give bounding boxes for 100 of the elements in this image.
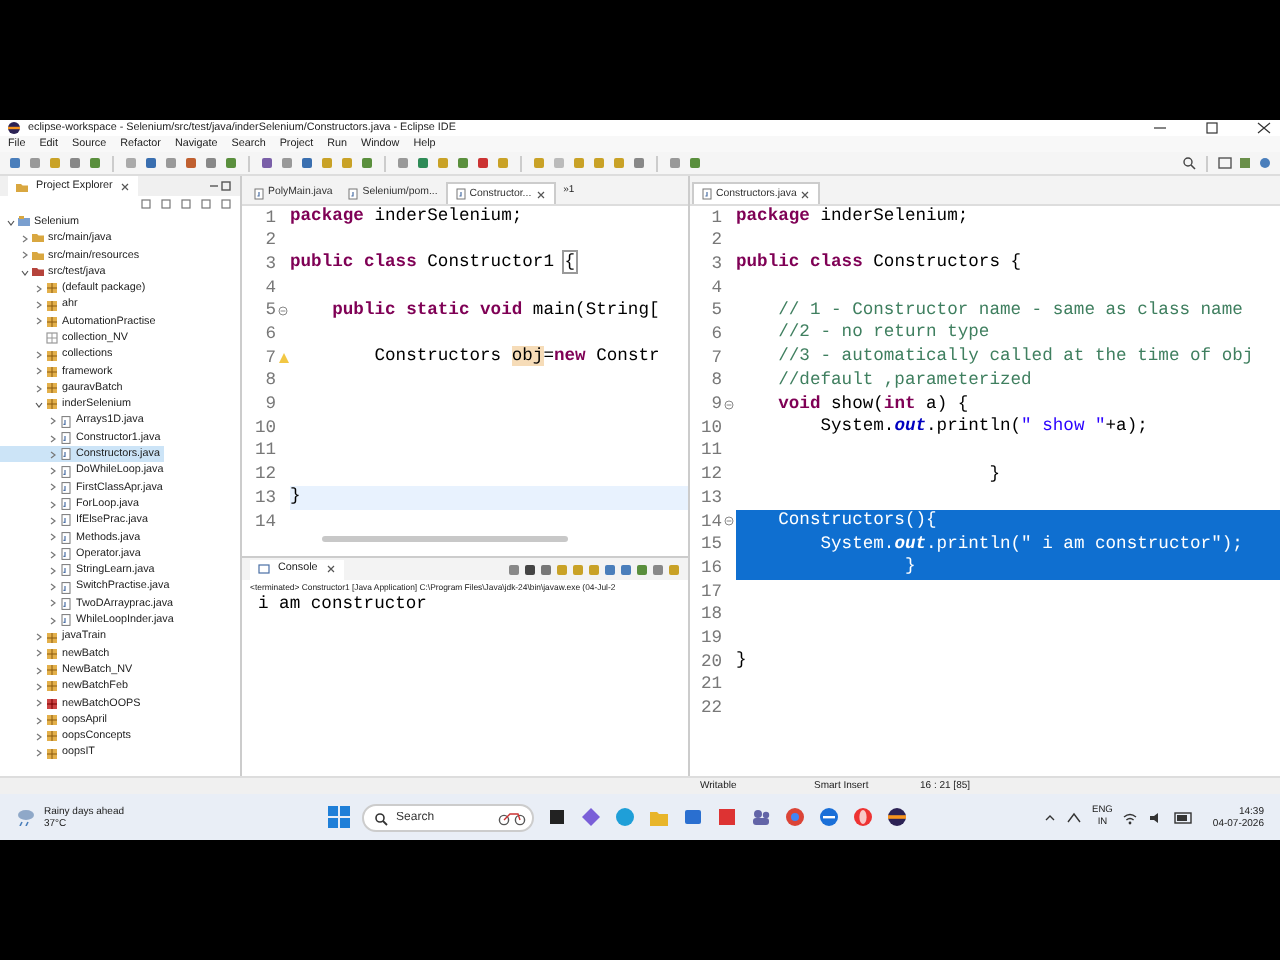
pdf-app-icon[interactable] (716, 806, 739, 828)
windows-start-icon[interactable] (328, 806, 351, 828)
project-icon (18, 216, 30, 229)
close-icon[interactable] (325, 564, 336, 574)
line-number: 9 (263, 394, 276, 416)
line-number: 22 (698, 698, 722, 720)
code-line: } (987, 463, 1002, 487)
copilot-icon[interactable] (580, 806, 603, 828)
battery-icon[interactable] (1174, 811, 1195, 823)
line-number: 4 (709, 277, 722, 299)
code-line: //2 - no return type (776, 322, 992, 347)
line-number: 10 (252, 417, 276, 439)
line-number: 1 (709, 207, 722, 229)
chevron-up-icon[interactable] (1044, 811, 1057, 823)
code-line: package inderSelenium; (736, 206, 971, 230)
code-line: Constructors obj=new Constr (372, 346, 662, 370)
line-number: 17 (698, 581, 722, 603)
java-file-icon (254, 187, 264, 199)
line-number: 19 (698, 627, 722, 649)
fold-icon[interactable] (724, 516, 734, 527)
close-icon[interactable] (535, 189, 546, 199)
console-output: i am constructor (256, 594, 429, 616)
fold-icon[interactable] (278, 306, 288, 317)
line-number: 3 (709, 253, 722, 275)
package-icon (46, 631, 58, 644)
code-line: public class Constructors { (736, 252, 1024, 277)
package-icon (46, 664, 58, 677)
search-icon (374, 811, 389, 825)
package-icon (46, 332, 58, 345)
code-line: public static void main(String[ (330, 299, 662, 323)
minimize-icon[interactable] (1152, 122, 1168, 134)
java-file-icon (702, 188, 712, 200)
java-file-icon (455, 188, 466, 200)
folder-icon (16, 181, 28, 191)
line-number: 18 (698, 604, 722, 626)
package-icon (46, 747, 58, 760)
code-line: System.out.println(" show "+a); (818, 416, 1150, 440)
eclipse-app-icon[interactable] (886, 806, 909, 828)
package-icon (46, 398, 58, 411)
browser-icon[interactable] (818, 806, 841, 828)
cloud-rain-icon (16, 808, 36, 826)
link-icon[interactable] (160, 198, 172, 210)
code-line: void show(int a) { (776, 393, 971, 417)
java-file-icon (60, 531, 72, 544)
line-number: 16 (698, 557, 722, 579)
opera-browser-icon[interactable] (852, 806, 875, 828)
line-number: 10 (698, 417, 722, 439)
package-icon (46, 730, 58, 743)
java-file-icon (60, 481, 72, 494)
store-icon[interactable] (682, 806, 705, 828)
java-file-icon (60, 597, 72, 610)
teams-icon[interactable] (750, 806, 773, 828)
package-icon (46, 365, 58, 378)
line-number: 13 (698, 487, 722, 509)
line-number: 9 (709, 394, 722, 416)
wifi-icon[interactable] (1122, 809, 1139, 825)
line-number: 15 (698, 534, 722, 556)
package-icon (46, 315, 58, 328)
search-icon[interactable] (1182, 156, 1196, 170)
filter-icon[interactable] (180, 198, 192, 210)
line-number: 12 (252, 464, 276, 486)
java-file-icon (60, 432, 72, 444)
console-icon (258, 564, 270, 574)
eclipse-logo-icon (8, 122, 20, 134)
line-number: 11 (698, 440, 722, 462)
java-file-icon (348, 187, 359, 199)
bicycle-icon (498, 809, 527, 825)
minimize-icon[interactable] (208, 180, 220, 192)
line-number: 11 (252, 440, 276, 462)
code-line: //default ,parameterized (776, 369, 1034, 393)
lightbulb-warning-icon (277, 351, 289, 364)
line-number: 12 (698, 464, 722, 486)
line-number: 20 (698, 651, 722, 673)
java-file-icon (60, 564, 72, 577)
line-number: 14 (698, 511, 722, 533)
close-icon[interactable] (800, 189, 811, 199)
package-icon (46, 680, 58, 693)
java-file-icon (60, 614, 72, 627)
line-number: 8 (709, 370, 722, 392)
java-file-icon (60, 448, 72, 461)
line-number: 2 (263, 230, 276, 252)
package-icon (46, 647, 58, 660)
package-icon (46, 382, 58, 395)
java-file-icon (60, 415, 72, 428)
maximize-icon[interactable] (220, 180, 232, 192)
more-icon[interactable] (220, 198, 232, 210)
collapse-icon[interactable] (140, 198, 152, 210)
line-number: 5 (263, 300, 276, 322)
maximize-icon[interactable] (1204, 122, 1220, 134)
focus-icon[interactable] (200, 198, 212, 210)
close-icon[interactable] (120, 181, 131, 191)
chrome-browser-icon[interactable] (784, 806, 807, 828)
code-line: } (736, 650, 749, 674)
code-line: public class Constructor1 { (290, 252, 578, 277)
close-icon[interactable] (1256, 122, 1272, 134)
edge-browser-icon[interactable] (614, 806, 637, 828)
line-number: 4 (263, 277, 276, 299)
line-number: 14 (252, 511, 276, 533)
fold-icon[interactable] (724, 399, 734, 410)
line-number: 6 (263, 324, 276, 346)
